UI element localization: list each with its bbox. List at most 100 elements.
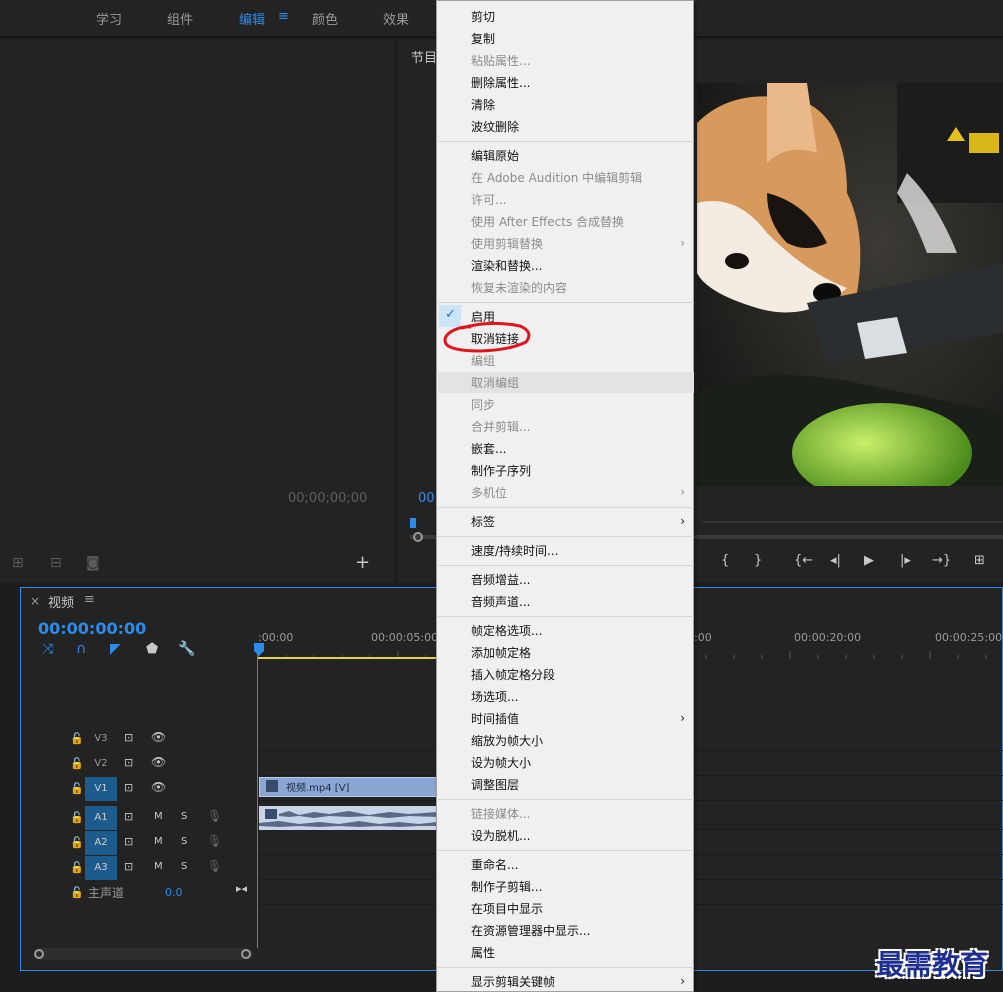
- film-icon[interactable]: ⊡: [124, 731, 133, 744]
- scrollbar-handle-right[interactable]: [241, 949, 251, 959]
- menu-item-merge-clips[interactable]: 合并剪辑...: [471, 420, 530, 434]
- menu-item-properties[interactable]: 属性: [471, 946, 495, 960]
- workspace-tab-effects[interactable]: 效果: [383, 9, 409, 28]
- audio-clip[interactable]: [259, 806, 437, 830]
- panel-menu-icon[interactable]: ≡: [84, 592, 95, 607]
- menu-item-copy[interactable]: 复制: [471, 32, 495, 46]
- menu-item-label[interactable]: 标签: [471, 515, 495, 529]
- menu-item-time-interpolation[interactable]: 时间插值: [471, 712, 519, 726]
- add-marker-icon[interactable]: ⬟: [146, 641, 158, 657]
- lock-icon[interactable]: 🔓: [70, 811, 84, 824]
- playhead[interactable]: [253, 643, 265, 657]
- lock-icon[interactable]: 🔓: [70, 732, 84, 745]
- solo-button[interactable]: S: [181, 836, 187, 847]
- nest-toggle-icon[interactable]: ⤨: [42, 641, 53, 657]
- menu-item-cut[interactable]: 剪切: [471, 10, 495, 24]
- mute-button[interactable]: M: [154, 836, 163, 847]
- work-area-bar[interactable]: [258, 657, 438, 659]
- menu-item-reveal-in-project[interactable]: 在项目中显示: [471, 902, 543, 916]
- go-to-in-icon[interactable]: {←: [794, 553, 813, 568]
- menu-item-scale-to-frame[interactable]: 缩放为帧大小: [471, 734, 543, 748]
- lift-icon[interactable]: ⊞: [974, 553, 985, 568]
- film-icon[interactable]: ⊡: [124, 810, 133, 823]
- menu-item-make-subsequence[interactable]: 制作子序列: [471, 464, 531, 478]
- mic-icon[interactable]: 🎙: [207, 859, 222, 873]
- workspace-tab-assembly[interactable]: 组件: [167, 9, 193, 28]
- menu-item-edit-original[interactable]: 编辑原始: [471, 149, 519, 163]
- menu-item-render-and-replace[interactable]: 渲染和替换...: [471, 259, 542, 273]
- master-volume-value[interactable]: 0.0: [165, 886, 183, 899]
- menu-item-restore-unrendered[interactable]: 恢复未渲染的内容: [471, 281, 567, 295]
- mute-button[interactable]: M: [154, 861, 163, 872]
- track-name[interactable]: V3: [85, 727, 117, 751]
- step-back-icon[interactable]: ◂|: [830, 553, 841, 568]
- track-name[interactable]: A2: [85, 831, 117, 855]
- step-forward-icon[interactable]: |▸: [900, 553, 911, 568]
- menu-item-field-options[interactable]: 场选项...: [471, 690, 518, 704]
- timeline-scrollbar[interactable]: [35, 948, 253, 960]
- track-name[interactable]: A1: [85, 806, 117, 830]
- menu-item-nest[interactable]: 嵌套...: [471, 442, 506, 456]
- track-name[interactable]: V2: [85, 752, 117, 776]
- track-name[interactable]: A3: [85, 856, 117, 880]
- menu-item-make-subclip[interactable]: 制作子剪辑...: [471, 880, 542, 894]
- film-icon[interactable]: ⊡: [124, 756, 133, 769]
- menu-item-adjustment-layer[interactable]: 调整图层: [471, 778, 519, 792]
- timeline-timecode[interactable]: 00:00:00:00: [38, 619, 146, 638]
- menu-item-replace-with-ae[interactable]: 使用 After Effects 合成替换: [471, 215, 624, 229]
- solo-button[interactable]: S: [181, 861, 187, 872]
- mic-icon[interactable]: 🎙: [207, 809, 222, 823]
- menu-item-make-offline[interactable]: 设为脱机...: [471, 829, 530, 843]
- menu-item-replace-with-clip[interactable]: 使用剪辑替换: [471, 237, 543, 251]
- mark-in-icon[interactable]: {: [721, 553, 729, 568]
- lock-icon[interactable]: 🔓: [70, 757, 84, 770]
- menu-item-ungroup[interactable]: 取消编组: [471, 376, 519, 390]
- menu-item-show-clip-keyframes[interactable]: 显示剪辑关键帧: [471, 975, 555, 989]
- eye-icon[interactable]: 👁: [151, 780, 166, 794]
- overwrite-icon[interactable]: ⊟: [50, 555, 62, 571]
- menu-item-multi-camera[interactable]: 多机位: [471, 486, 507, 500]
- menu-item-ripple-delete[interactable]: 波纹删除: [471, 120, 519, 134]
- menu-item-reveal-in-explorer[interactable]: 在资源管理器中显示...: [471, 924, 590, 938]
- go-to-end-icon[interactable]: ▸◂: [236, 882, 247, 895]
- menu-item-clear[interactable]: 清除: [471, 98, 495, 112]
- menu-item-link-media[interactable]: 链接媒体...: [471, 807, 530, 821]
- add-button[interactable]: +: [355, 552, 370, 573]
- play-icon[interactable]: ▶: [864, 553, 874, 568]
- camera-icon[interactable]: ◙: [86, 555, 100, 571]
- lock-icon[interactable]: 🔓: [70, 861, 84, 874]
- workspace-tab-color[interactable]: 颜色: [312, 9, 338, 28]
- menu-item-insert-frame-hold[interactable]: 插入帧定格分段: [471, 668, 555, 682]
- insert-icon[interactable]: ⊞: [12, 555, 24, 571]
- workspace-tab-learn[interactable]: 学习: [96, 9, 122, 28]
- lock-icon[interactable]: 🔓: [70, 782, 84, 795]
- menu-item-paste-attributes[interactable]: 粘贴属性...: [471, 54, 530, 68]
- sequence-tab-title[interactable]: 视频: [48, 592, 74, 611]
- menu-item-synchronize[interactable]: 同步: [471, 398, 495, 412]
- menu-item-frame-hold-options[interactable]: 帧定格选项...: [471, 624, 542, 638]
- track-name[interactable]: V1: [85, 777, 117, 801]
- menu-item-add-frame-hold[interactable]: 添加帧定格: [471, 646, 531, 660]
- eye-icon[interactable]: 👁: [151, 730, 166, 744]
- film-icon[interactable]: ⊡: [124, 781, 133, 794]
- mute-button[interactable]: M: [154, 811, 163, 822]
- menu-item-license[interactable]: 许可...: [471, 193, 506, 207]
- menu-item-edit-in-audition[interactable]: 在 Adobe Audition 中编辑剪辑: [471, 171, 642, 185]
- eye-icon[interactable]: 👁: [151, 755, 166, 769]
- film-icon[interactable]: ⊡: [124, 835, 133, 848]
- lock-icon[interactable]: 🔓: [70, 886, 84, 899]
- film-icon[interactable]: ⊡: [124, 860, 133, 873]
- mark-out-icon[interactable]: }: [754, 553, 762, 568]
- workspace-menu-icon[interactable]: ≡: [278, 9, 289, 24]
- snap-magnet-icon[interactable]: ∩: [76, 641, 86, 657]
- menu-item-speed-duration[interactable]: 速度/持续时间...: [471, 544, 559, 558]
- scrollbar-handle-left[interactable]: [34, 949, 44, 959]
- linked-selection-icon[interactable]: ◤: [110, 641, 121, 657]
- close-icon[interactable]: ×: [30, 594, 40, 608]
- lock-icon[interactable]: 🔓: [70, 836, 84, 849]
- wrench-icon[interactable]: 🔧: [178, 641, 195, 657]
- menu-item-audio-channels[interactable]: 音频声道...: [471, 595, 530, 609]
- menu-item-remove-attributes[interactable]: 删除属性...: [471, 76, 530, 90]
- program-title[interactable]: 节目: [411, 47, 437, 66]
- menu-item-rename[interactable]: 重命名...: [471, 858, 518, 872]
